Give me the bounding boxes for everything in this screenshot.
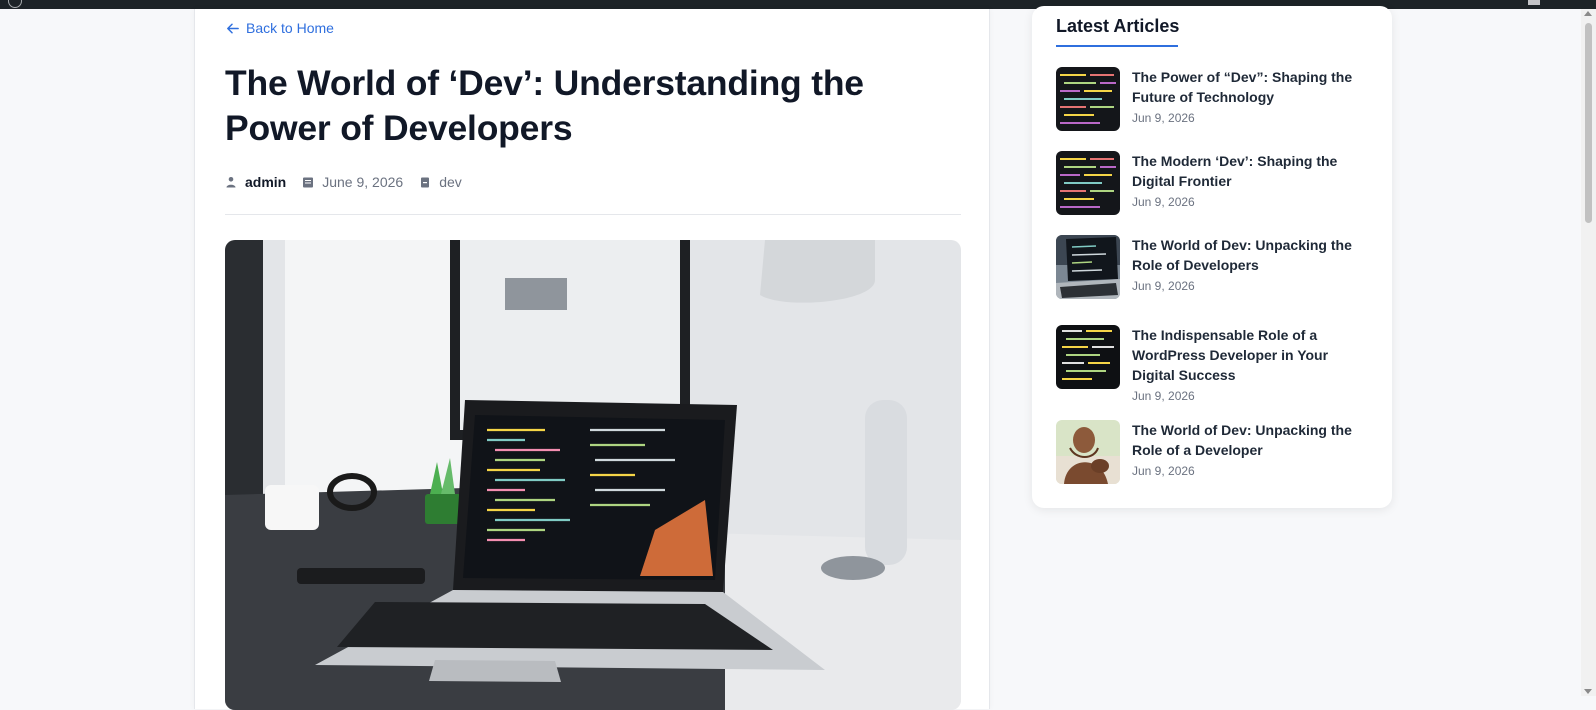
- calendar-icon: [303, 177, 314, 188]
- title-underline: [1056, 45, 1178, 47]
- back-to-home-link[interactable]: Back to Home: [225, 20, 334, 36]
- article-card: Back to Home The World of ‘Dev’: Underst…: [194, 9, 990, 710]
- latest-article-title[interactable]: The Indispensable Role of a WordPress De…: [1132, 325, 1362, 385]
- latest-article-date: Jun 9, 2026: [1132, 464, 1195, 478]
- article-thumbnail[interactable]: [1056, 420, 1120, 484]
- latest-articles-card: Latest Articles The Power of “Dev”: Shap…: [1032, 6, 1392, 508]
- latest-articles-title: Latest Articles: [1056, 16, 1180, 36]
- latest-article-item[interactable]: The Modern ‘Dev’: Shaping the Digital Fr…: [1056, 151, 1362, 215]
- latest-article-title[interactable]: The Modern ‘Dev’: Shaping the Digital Fr…: [1132, 151, 1362, 191]
- author-name[interactable]: admin: [245, 174, 286, 190]
- latest-article-item[interactable]: The Indispensable Role of a WordPress De…: [1056, 325, 1362, 403]
- article-thumbnail[interactable]: [1056, 325, 1120, 389]
- page-scrollbar[interactable]: [1581, 9, 1596, 696]
- latest-article-date: Jun 9, 2026: [1132, 279, 1195, 293]
- article-title: The World of ‘Dev’: Understanding the Po…: [225, 63, 864, 148]
- latest-article-item[interactable]: The World of Dev: Unpacking the Role of …: [1056, 420, 1362, 484]
- latest-article-date: Jun 9, 2026: [1132, 195, 1195, 209]
- latest-article-title[interactable]: The World of Dev: Unpacking the Role of …: [1132, 235, 1362, 275]
- scrollbar-thumb[interactable]: [1585, 23, 1592, 223]
- article-thumbnail[interactable]: [1056, 151, 1120, 215]
- category-link[interactable]: dev: [439, 174, 462, 190]
- latest-article-title[interactable]: The World of Dev: Unpacking the Role of …: [1132, 420, 1362, 460]
- latest-article-item[interactable]: The Power of “Dev”: Shaping the Future o…: [1056, 67, 1362, 131]
- back-link-label: Back to Home: [246, 20, 334, 36]
- scroll-up-icon[interactable]: [1584, 11, 1592, 16]
- latest-article-date: Jun 9, 2026: [1132, 111, 1195, 125]
- folder-icon: [421, 177, 430, 188]
- latest-article-item[interactable]: The World of Dev: Unpacking the Role of …: [1056, 235, 1362, 299]
- arrow-left-icon: [227, 23, 239, 33]
- article-thumbnail[interactable]: [1056, 67, 1120, 131]
- latest-article-date: Jun 9, 2026: [1132, 389, 1195, 403]
- publish-date: June 9, 2026: [322, 174, 404, 190]
- article-thumbnail[interactable]: [1056, 235, 1120, 299]
- meta-category: dev: [419, 174, 462, 190]
- article-meta: admin June 9, 2026 dev: [225, 174, 478, 190]
- featured-image: [225, 240, 961, 710]
- wordpress-logo-icon[interactable]: [8, 0, 22, 8]
- meta-divider: [225, 214, 961, 215]
- latest-article-title[interactable]: The Power of “Dev”: Shaping the Future o…: [1132, 67, 1362, 107]
- meta-author: admin: [225, 174, 286, 190]
- admin-bar-account-icon[interactable]: [1528, 0, 1540, 5]
- desk-laptop-photo: [225, 240, 961, 710]
- meta-date: June 9, 2026: [302, 174, 403, 190]
- user-icon: [226, 177, 236, 188]
- scroll-down-icon[interactable]: [1584, 689, 1592, 694]
